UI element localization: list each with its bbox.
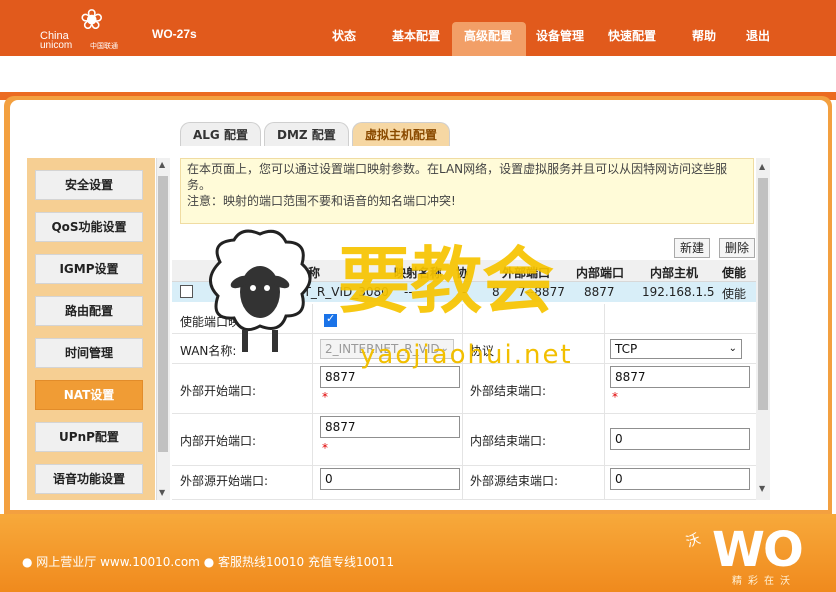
sidebar-item-qos[interactable]: QoS功能设置 — [35, 212, 143, 242]
content-scroll-down-icon[interactable]: ▼ — [759, 484, 765, 493]
device-model: WO-27s — [152, 27, 197, 41]
src-end-port-input[interactable]: 0 — [610, 468, 750, 490]
required-mark: * — [322, 441, 328, 455]
sidebar-item-time[interactable]: 时间管理 — [35, 338, 143, 368]
sidebar-item-voice[interactable]: 语音功能设置 — [35, 464, 143, 494]
sidebar-item-security[interactable]: 安全设置 — [35, 170, 143, 200]
footer-contact: ● 网上营业厅 www.10010.com ● 客服热线10010 充值专线10… — [22, 555, 395, 569]
nav-basic-config[interactable]: 基本配置 — [392, 27, 440, 44]
protocol-select[interactable]: TCP ⌄ — [610, 339, 742, 359]
required-mark: * — [612, 390, 618, 404]
src-start-port-label: 外部源开始端口: — [180, 474, 269, 488]
tab-dmz[interactable]: DMZ 配置 — [264, 122, 349, 146]
col-int-port: 内部端口 — [576, 266, 625, 280]
tab-virtual-host[interactable]: 虚拟主机配置 — [352, 122, 451, 146]
wo-logo: WO — [712, 522, 804, 578]
sidebar-item-upnp[interactable]: UPnP配置 — [35, 422, 143, 452]
info-box: 在本页面上，您可以通过设置端口映射参数。在LAN网络，设置虚拟服务并且可以从因特… — [180, 158, 754, 224]
ext-end-port-input[interactable]: 8877 — [610, 366, 750, 388]
sidebar: 安全设置 QoS功能设置 IGMP设置 路由配置 时间管理 NAT设置 UPnP… — [27, 158, 155, 500]
tab-alg[interactable]: ALG 配置 — [180, 122, 261, 146]
content-scrollbar-thumb[interactable] — [758, 178, 768, 410]
content-scroll-up-icon[interactable]: ▲ — [759, 162, 765, 171]
src-end-port-label: 外部源结束端口: — [470, 474, 559, 488]
nav-advanced-config[interactable]: 高级配置 — [464, 27, 512, 44]
logo-text-cn: 中国联通 — [90, 42, 118, 50]
new-button[interactable]: 新建 — [674, 238, 711, 258]
sidebar-item-routing[interactable]: 路由配置 — [35, 296, 143, 326]
int-start-port-label: 内部开始端口: — [180, 434, 257, 448]
ext-end-port-label: 外部结束端口: — [470, 384, 547, 398]
nav-quick-config[interactable]: 快速配置 — [608, 27, 656, 44]
sidebar-item-nat[interactable]: NAT设置 — [35, 380, 143, 410]
nav-device-management[interactable]: 设备管理 — [536, 27, 584, 44]
nav-logout[interactable]: 退出 — [746, 27, 770, 44]
unicom-knot-icon: ❀ — [80, 3, 104, 36]
required-mark: * — [322, 390, 328, 404]
watermark-text: 要教会 — [338, 238, 555, 323]
row-int-host: 192.168.1.5 — [642, 285, 715, 299]
nav-help[interactable]: 帮助 — [692, 27, 716, 44]
china-unicom-logo: ❀ China unicom 中国联通 — [40, 6, 130, 52]
info-line-2: 务。 — [187, 178, 212, 192]
int-start-port-input[interactable]: 8877 — [320, 416, 460, 438]
row-enable: 使能 — [722, 287, 747, 301]
int-end-port-input[interactable]: 0 — [610, 428, 750, 450]
sidebar-item-igmp[interactable]: IGMP设置 — [35, 254, 143, 284]
protocol-select-value: TCP — [615, 342, 638, 356]
info-line-3: 注意：映射的端口范围不要和语音的知名端口冲突! — [187, 194, 456, 208]
logo-text-unicom: unicom — [40, 40, 73, 51]
header-spacer — [0, 56, 836, 92]
sidebar-scroll-up-icon[interactable]: ▲ — [159, 160, 165, 169]
nav-status[interactable]: 状态 — [332, 27, 356, 44]
info-line-1: 在本页面上，您可以通过设置端口映射参数。在LAN网络，设置虚拟服务并且可以从因特… — [187, 162, 728, 176]
row-int-port: 8877 — [584, 285, 615, 299]
src-start-port-input[interactable]: 0 — [320, 468, 460, 490]
ext-start-port-label: 外部开始端口: — [180, 384, 257, 398]
delete-button[interactable]: 删除 — [719, 238, 756, 258]
sidebar-scroll-down-icon[interactable]: ▼ — [159, 488, 165, 497]
wo-slogan: 精彩在沃 — [732, 576, 796, 587]
col-int-host: 内部主机 — [650, 266, 699, 280]
sheep-watermark-icon — [209, 229, 312, 352]
chevron-down-icon: ⌄ — [728, 343, 737, 354]
watermark-url: yaojiaohui.net — [360, 340, 573, 370]
sidebar-scrollbar-thumb[interactable] — [158, 176, 168, 452]
int-end-port-label: 内部结束端口: — [470, 434, 547, 448]
col-enable: 使能 — [722, 266, 747, 280]
